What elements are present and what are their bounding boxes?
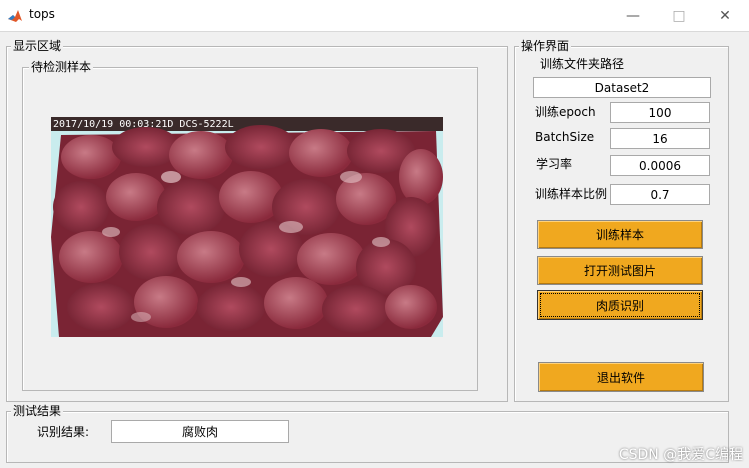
folder-label: 训练文件夹路径 (540, 57, 625, 71)
maximize-button[interactable]: □ (656, 0, 702, 31)
close-button[interactable]: ✕ (702, 0, 748, 31)
learning-rate-input[interactable]: 0.0006 (610, 155, 710, 176)
csdn-watermark: CSDN @我爱C编程 (618, 447, 743, 463)
matlab-logo-icon (8, 10, 22, 22)
result-value-field: 腐败肉 (111, 420, 289, 443)
operation-panel-title: 操作界面 (519, 39, 572, 53)
batchsize-input[interactable]: 16 (610, 128, 710, 149)
maximize-icon: □ (672, 7, 686, 24)
title-bar: tops — □ ✕ (0, 0, 749, 32)
minimize-button[interactable]: — (610, 0, 656, 31)
close-icon: ✕ (719, 7, 731, 24)
test-result-title: 测试结果 (11, 404, 64, 418)
batchsize-label: BatchSize (535, 130, 595, 144)
result-label: 识别结果: (37, 425, 90, 439)
display-area-title: 显示区域 (11, 39, 64, 53)
sample-panel-title: 待检测样本 (29, 60, 94, 74)
window-title: tops (29, 7, 55, 21)
image-timestamp: 2017/10/19 00:03:21D DCS-5222L (53, 119, 234, 130)
learning-rate-label: 学习率 (536, 157, 573, 171)
folder-input[interactable]: Dataset2 (533, 77, 711, 98)
exit-software-button[interactable]: 退出软件 (538, 362, 704, 392)
train-ratio-input[interactable]: 0.7 (610, 184, 710, 205)
open-test-image-button[interactable]: 打开测试图片 (537, 256, 703, 285)
sample-image: 2017/10/19 00:03:21D DCS-5222L (51, 117, 443, 337)
epoch-input[interactable]: 100 (610, 102, 710, 123)
meat-identify-button[interactable]: 肉质识别 (537, 290, 703, 320)
meat-image-graphic: 2017/10/19 00:03:21D DCS-5222L (51, 117, 443, 337)
epoch-label: 训练epoch (535, 105, 596, 119)
train-ratio-label: 训练样本比例 (535, 187, 608, 201)
train-samples-button[interactable]: 训练样本 (537, 220, 703, 249)
minimize-icon: — (626, 7, 640, 24)
